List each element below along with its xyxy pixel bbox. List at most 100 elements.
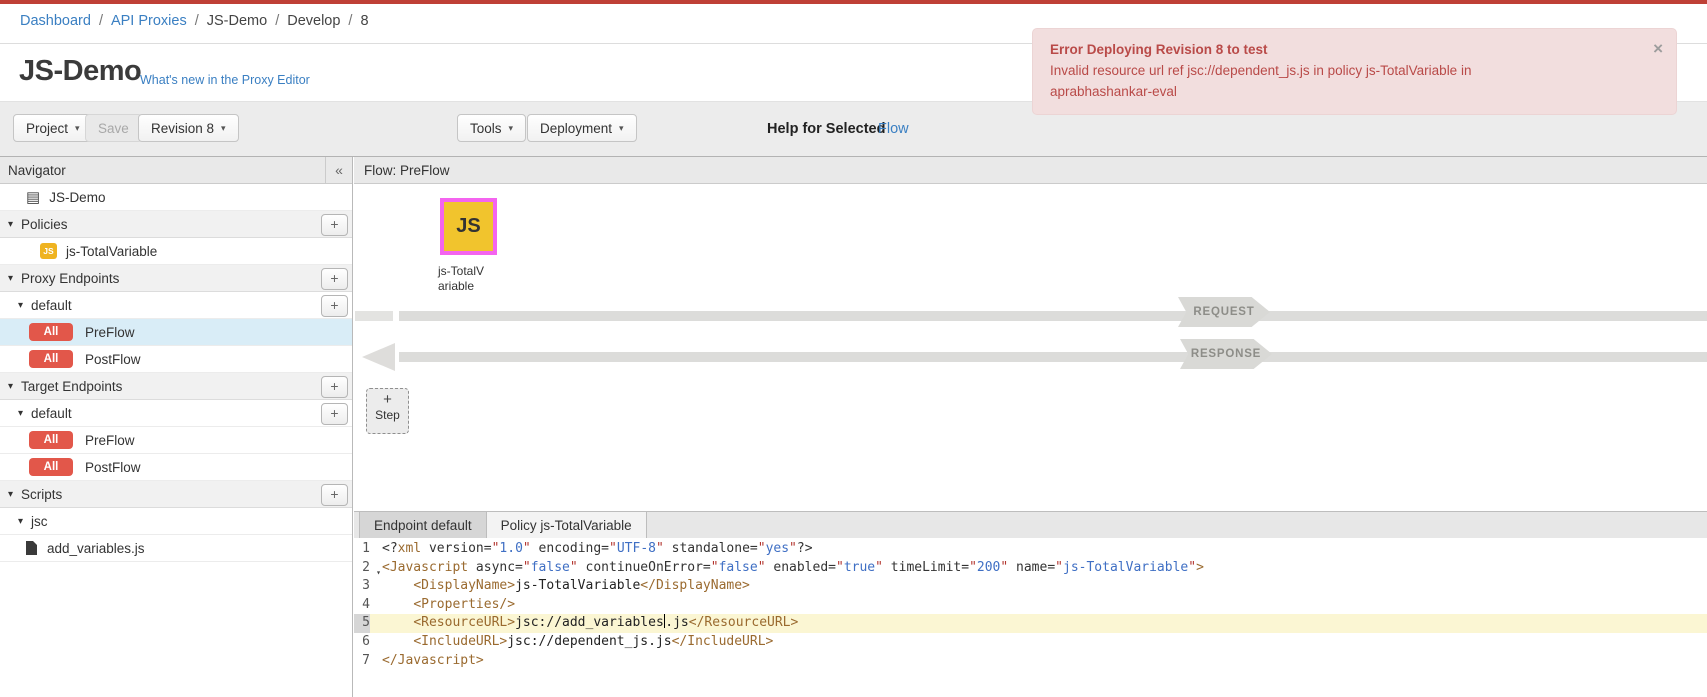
disclosure-caret-icon[interactable]: ▾ xyxy=(8,273,13,284)
add-button[interactable]: + xyxy=(321,376,348,398)
line-number[interactable]: 4 xyxy=(354,596,370,615)
sidebar-item-postflow[interactable]: AllPostFlow xyxy=(0,346,352,373)
code-line-3[interactable]: 3 <DisplayName>js-TotalVariable</Display… xyxy=(354,577,1707,596)
sidebar-item-add-variables-js[interactable]: add_variables.js xyxy=(0,535,352,562)
add-button[interactable]: + xyxy=(321,268,348,290)
breadcrumb-revision: 8 xyxy=(360,13,368,29)
sidebar-item-preflow[interactable]: All PreFlow xyxy=(0,319,352,346)
code-token: <Javascript xyxy=(382,560,468,575)
disclosure-caret-icon[interactable]: ▾ xyxy=(18,300,23,311)
code-token: 1.0 xyxy=(499,541,522,556)
code-token: " xyxy=(836,560,844,575)
sidebar-item-js-totalvariable[interactable]: JSjs-TotalVariable xyxy=(0,238,352,265)
code-line-2[interactable]: 2▾<Javascript async="false" continueOnEr… xyxy=(354,559,1707,578)
add-button[interactable]: + xyxy=(321,295,348,317)
request-flow-line xyxy=(399,311,1707,321)
sidebar-item-preflow[interactable]: AllPreFlow xyxy=(0,427,352,454)
breadcrumb-develop: Develop xyxy=(287,13,340,29)
add-step-button[interactable]: + Step xyxy=(366,388,409,434)
line-number[interactable]: 1 xyxy=(354,540,370,559)
add-button[interactable]: + xyxy=(321,484,348,506)
code-token: " xyxy=(711,560,719,575)
project-menu-button[interactable]: Project ▾ xyxy=(13,114,93,142)
code-line-6[interactable]: 6 <IncludeURL>jsc://dependent_js.js</Inc… xyxy=(354,633,1707,652)
breadcrumb-dashboard[interactable]: Dashboard xyxy=(20,13,91,29)
sidebar-item-postflow[interactable]: AllPostFlow xyxy=(0,454,352,481)
line-number[interactable]: 5 xyxy=(354,614,370,633)
code-line-text: <Javascript async="false" continueOnErro… xyxy=(370,559,1204,578)
code-token: 200 xyxy=(977,560,1000,575)
line-number[interactable]: 7 xyxy=(354,652,370,671)
code-token: encoding= xyxy=(531,541,609,556)
code-token: ?> xyxy=(797,541,813,556)
js-policy-node-label: js-TotalV ariable xyxy=(438,264,484,294)
disclosure-caret-icon[interactable]: ▾ xyxy=(18,408,23,419)
code-area[interactable]: 1<?xml version="1.0" encoding="UTF-8" st… xyxy=(354,538,1707,670)
collapse-sidebar-icon[interactable]: « xyxy=(325,157,352,183)
sidebar-item-js-demo[interactable]: ▤JS-Demo xyxy=(0,184,352,211)
code-token: <Properties/> xyxy=(413,597,515,612)
fold-caret-icon[interactable]: ▾ xyxy=(376,564,381,583)
sidebar-item-label: PreFlow xyxy=(85,325,135,340)
disclosure-caret-icon[interactable]: ▾ xyxy=(18,516,23,527)
code-token: <DisplayName> xyxy=(413,578,515,593)
code-line-4[interactable]: 4 <Properties/> xyxy=(354,596,1707,615)
line-number[interactable]: 3 xyxy=(354,577,370,596)
breadcrumb-api-proxies[interactable]: API Proxies xyxy=(111,13,187,29)
editor-tab-bar: Endpoint default Policy js-TotalVariable xyxy=(354,511,1707,538)
breadcrumb-separator: / xyxy=(99,13,103,29)
code-token: " xyxy=(570,560,578,575)
save-button[interactable]: Save xyxy=(85,114,142,142)
code-token xyxy=(382,615,413,630)
code-line-5[interactable]: 5 <ResourceURL>jsc://add_variables.js</R… xyxy=(354,614,1707,633)
code-token: js-TotalVariable xyxy=(1063,560,1188,575)
sidebar-item-default[interactable]: ▾default+ xyxy=(0,292,352,319)
breadcrumb-js-demo: JS-Demo xyxy=(207,13,267,29)
sidebar-section-policies[interactable]: ▾Policies+ xyxy=(0,211,352,238)
request-ribbon: REQUEST xyxy=(1178,297,1270,327)
request-flow-line-stub xyxy=(355,311,393,321)
sidebar-item-label: js-TotalVariable xyxy=(66,244,157,259)
add-button[interactable]: + xyxy=(321,214,348,236)
sidebar-item-label: jsc xyxy=(31,514,48,529)
sidebar-section-proxy-endpoints[interactable]: ▾Proxy Endpoints+ xyxy=(0,265,352,292)
code-token: </Javascript> xyxy=(382,653,484,668)
code-editor: Endpoint default Policy js-TotalVariable… xyxy=(354,511,1707,697)
tab-endpoint-default[interactable]: Endpoint default xyxy=(359,512,487,538)
code-line-1[interactable]: 1<?xml version="1.0" encoding="UTF-8" st… xyxy=(354,540,1707,559)
sidebar-section-scripts[interactable]: ▾Scripts+ xyxy=(0,481,352,508)
flow-help-link[interactable]: Flow xyxy=(878,121,909,137)
code-line-7[interactable]: 7 </Javascript> xyxy=(354,652,1707,671)
all-condition-badge: All xyxy=(29,323,73,341)
close-icon[interactable]: × xyxy=(1653,36,1663,62)
tools-menu-button[interactable]: Tools ▾ xyxy=(457,114,526,142)
add-button[interactable]: + xyxy=(321,403,348,425)
whats-new-link[interactable]: What's new in the Proxy Editor xyxy=(140,73,310,87)
js-policy-node[interactable]: JS xyxy=(440,198,497,255)
navigator-title: Navigator xyxy=(8,163,66,178)
line-number[interactable]: 6 xyxy=(354,633,370,652)
disclosure-caret-icon[interactable]: ▾ xyxy=(8,381,13,392)
deployment-menu-button[interactable]: Deployment ▾ xyxy=(527,114,637,142)
response-arrow-icon xyxy=(362,343,395,371)
code-token: " xyxy=(1188,560,1196,575)
sidebar-item-label: PostFlow xyxy=(85,352,141,367)
sidebar-item-jsc[interactable]: ▾ jsc xyxy=(0,508,352,535)
revision-menu-button[interactable]: Revision 8 ▾ xyxy=(138,114,239,142)
chevron-down-icon: ▾ xyxy=(75,123,80,134)
code-token xyxy=(382,597,413,612)
code-token: async= xyxy=(468,560,523,575)
sidebar-item-default[interactable]: ▾default+ xyxy=(0,400,352,427)
error-toast-title: Error Deploying Revision 8 to test xyxy=(1050,40,1636,61)
sidebar-section-target-endpoints[interactable]: ▾Target Endpoints+ xyxy=(0,373,352,400)
flow-header-title: Flow: PreFlow xyxy=(364,163,450,178)
file-icon xyxy=(26,541,37,555)
navigator-list: ▤JS-Demo▾Policies+JSjs-TotalVariable▾Pro… xyxy=(0,184,352,562)
disclosure-caret-icon[interactable]: ▾ xyxy=(8,489,13,500)
disclosure-caret-icon[interactable]: ▾ xyxy=(8,219,13,230)
tab-policy-js-totalvariable[interactable]: Policy js-TotalVariable xyxy=(487,512,647,538)
add-step-label: Step xyxy=(367,408,408,422)
navigator-header: Navigator « xyxy=(0,157,352,184)
code-line-text: <ResourceURL>jsc://add_variables.js</Res… xyxy=(370,614,798,633)
line-number[interactable]: 2▾ xyxy=(354,559,370,578)
